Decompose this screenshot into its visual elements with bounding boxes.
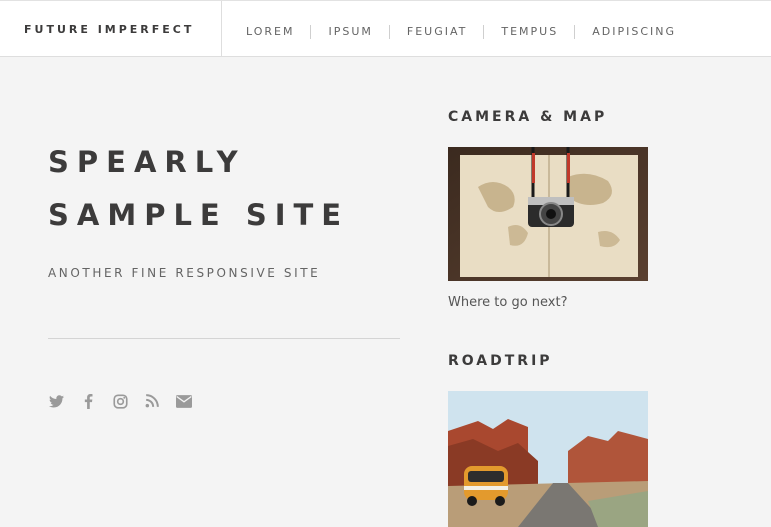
site-title-line-2: SAMPLE SITE	[48, 198, 350, 232]
twitter-icon[interactable]	[48, 393, 64, 409]
nav-item-lorem[interactable]: LOREM	[222, 25, 310, 39]
post-title-camera-map[interactable]: CAMERA & MAP	[448, 109, 607, 125]
site-title: SPEARLY SAMPLE SITE	[48, 136, 408, 242]
post-caption-camera-map: Where to go next?	[448, 295, 568, 310]
nav-item-feugiat[interactable]: FEUGIAT	[388, 25, 484, 39]
social-links	[48, 393, 208, 409]
facebook-icon[interactable]	[80, 393, 96, 409]
post-title-roadtrip[interactable]: ROADTRIP	[448, 353, 553, 369]
site-brand-link[interactable]: FUTURE IMPERFECT	[0, 1, 222, 57]
post-image-camera-map[interactable]	[448, 147, 648, 281]
site-title-line-1: SPEARLY	[48, 145, 246, 179]
site-subtitle: ANOTHER FINE RESPONSIVE SITE	[48, 266, 321, 280]
nav-item-adipiscing[interactable]: ADIPISCING	[574, 25, 692, 39]
divider	[48, 338, 400, 339]
camera-map-illustration	[448, 147, 648, 281]
nav-item-ipsum[interactable]: IPSUM	[310, 25, 388, 39]
envelope-icon[interactable]	[176, 393, 192, 409]
nav-item-tempus[interactable]: TEMPUS	[483, 25, 574, 39]
post-image-roadtrip[interactable]	[448, 391, 648, 527]
roadtrip-illustration	[448, 391, 648, 527]
instagram-icon[interactable]	[112, 393, 128, 409]
top-header: FUTURE IMPERFECT LOREM IPSUM FEUGIAT TEM…	[0, 0, 771, 57]
rss-icon[interactable]	[144, 393, 160, 409]
main-nav: LOREM IPSUM FEUGIAT TEMPUS ADIPISCING	[222, 1, 692, 57]
